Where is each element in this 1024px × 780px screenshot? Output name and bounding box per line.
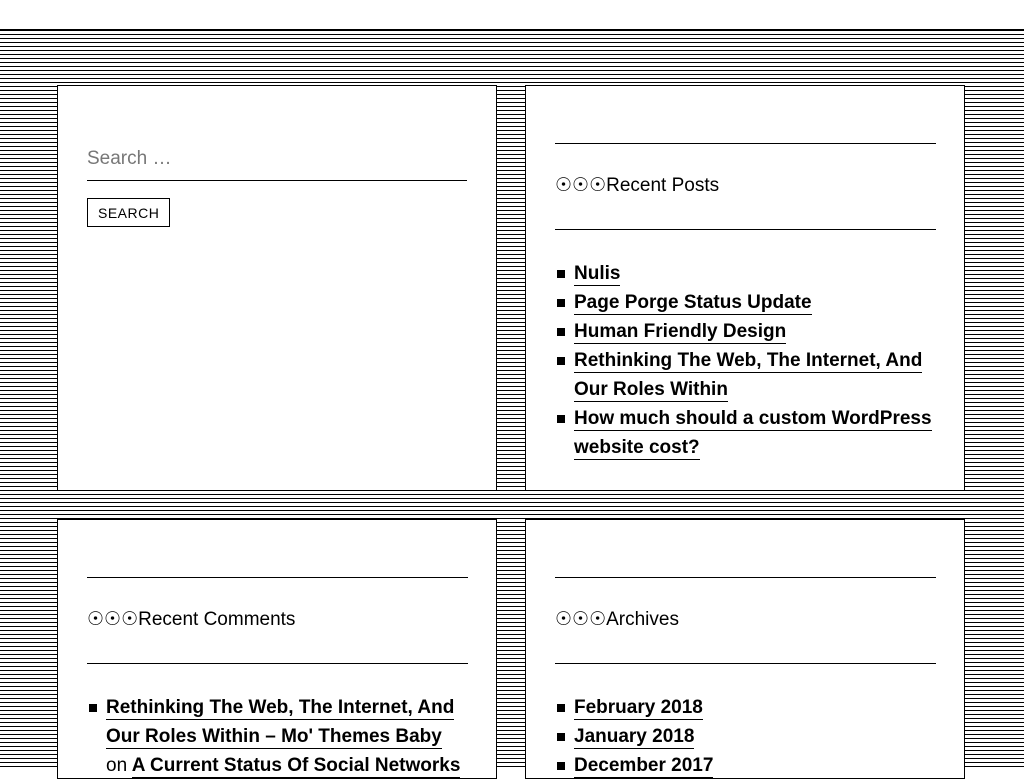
recent-posts-widget: ☉☉☉Recent Posts Nulis Page Porge Status … <box>525 85 965 491</box>
list-item: Rethinking The Web, The Internet, And Ou… <box>555 346 936 404</box>
recent-comments-widget: ☉☉☉Recent Comments Rethinking The Web, T… <box>57 519 497 779</box>
list-item: December 2017 <box>555 751 936 780</box>
recent-posts-list: Nulis Page Porge Status Update Human Fri… <box>555 259 936 462</box>
recent-comments-list: Rethinking The Web, The Internet, And Ou… <box>87 693 468 780</box>
list-item: Page Porge Status Update <box>555 288 936 317</box>
widget-title-box: ☉☉☉Recent Posts <box>555 143 936 230</box>
archive-link[interactable]: February 2018 <box>574 697 703 720</box>
search-button[interactable]: SEARCH <box>87 198 171 227</box>
comment-post-link[interactable]: A Current Status Of Social Networks <box>131 755 461 778</box>
archive-link[interactable]: January 2018 <box>574 726 695 749</box>
widget-title-box: ☉☉☉Recent Comments <box>87 577 468 664</box>
comment-on-text: on <box>106 755 128 776</box>
list-item: Rethinking The Web, The Internet, And Ou… <box>87 693 468 780</box>
list-item: Nulis <box>555 259 936 288</box>
post-link[interactable]: Page Porge Status Update <box>574 292 812 315</box>
widget-title: ☉☉☉Recent Comments <box>87 609 296 630</box>
widget-title: ☉☉☉Recent Posts <box>555 175 720 196</box>
archive-link[interactable]: December 2017 <box>574 755 714 778</box>
search-input[interactable] <box>87 141 467 181</box>
comment-author-link[interactable]: Rethinking The Web, The Internet, And Ou… <box>106 697 455 749</box>
post-link[interactable]: Nulis <box>574 263 621 286</box>
archives-list: February 2018 January 2018 December 2017 <box>555 693 936 780</box>
widget-title: ☉☉☉Archives <box>555 609 679 630</box>
post-link[interactable]: Human Friendly Design <box>574 321 787 344</box>
widget-title-box: ☉☉☉Archives <box>555 577 936 664</box>
list-item: Human Friendly Design <box>555 317 936 346</box>
post-link[interactable]: How much should a custom WordPress websi… <box>574 408 932 460</box>
archives-widget: ☉☉☉Archives February 2018 January 2018 D… <box>525 519 965 779</box>
list-item: January 2018 <box>555 722 936 751</box>
search-widget: SEARCH <box>57 85 497 491</box>
post-link[interactable]: Rethinking The Web, The Internet, And Ou… <box>574 350 923 402</box>
list-item: February 2018 <box>555 693 936 722</box>
list-item: How much should a custom WordPress websi… <box>555 404 936 462</box>
